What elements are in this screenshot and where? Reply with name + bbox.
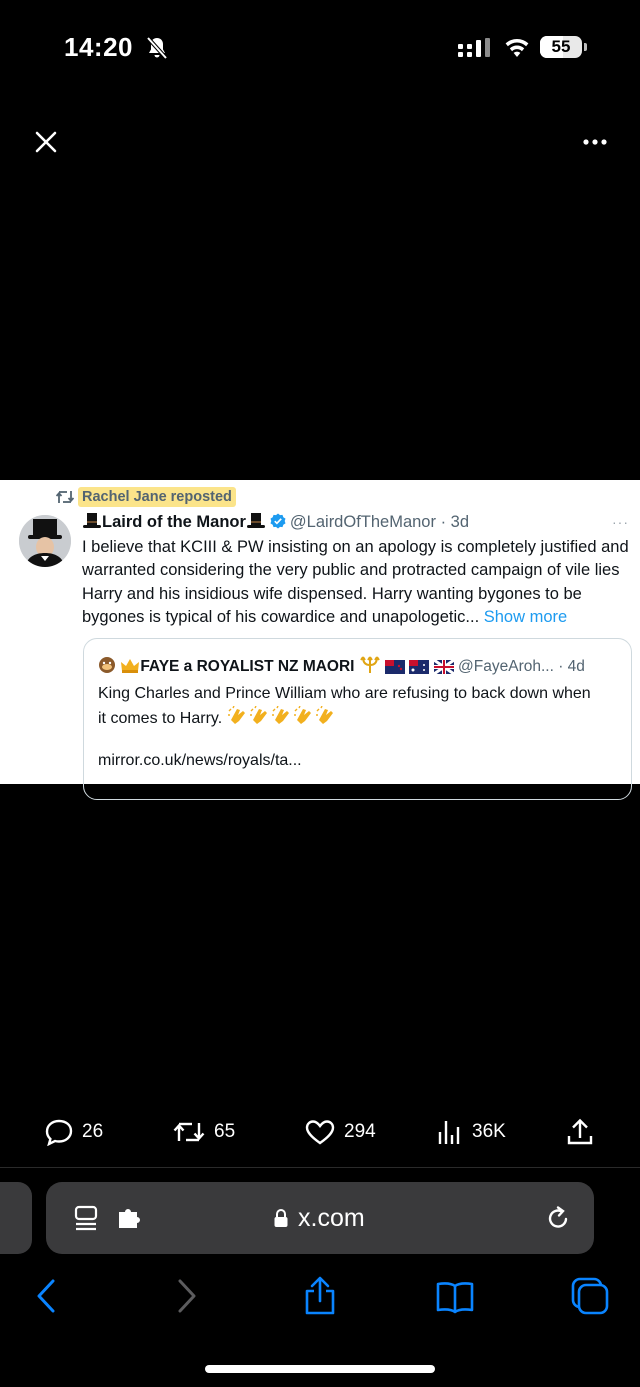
repost-action-icon	[173, 1122, 205, 1142]
clapping-hands-icon	[293, 706, 311, 724]
au-flag-icon	[409, 660, 430, 674]
like-button[interactable]: 294	[304, 1118, 376, 1146]
status-time: 14:20	[64, 32, 133, 62]
share-icon	[567, 1118, 593, 1145]
view-count: 36K	[472, 1121, 506, 1142]
reply-count: 26	[82, 1121, 104, 1142]
crown-emoji-icon	[121, 659, 140, 673]
share-button[interactable]	[566, 1118, 602, 1146]
close-icon[interactable]	[32, 128, 60, 156]
battery-icon: 55	[540, 36, 588, 60]
more-icon[interactable]	[580, 132, 610, 152]
author-line: Laird of the Manor @LairdOfTheManor · 3d	[82, 512, 469, 532]
quoted-tweet-text: King Charles and Prince William who are …	[98, 685, 591, 727]
top-hat-icon	[83, 513, 101, 528]
author-name[interactable]: Laird of the Manor	[102, 513, 246, 531]
share-sheet-icon[interactable]	[300, 1276, 340, 1316]
tweet-more-button[interactable]: ···	[612, 514, 629, 530]
quoted-tweet-body: King Charles and Prince William who are …	[98, 682, 598, 731]
clapping-hands-icon	[271, 706, 289, 724]
forward-icon[interactable]	[166, 1276, 206, 1316]
like-count: 294	[344, 1121, 376, 1142]
face-emoji-icon	[99, 657, 115, 673]
repost-button[interactable]: 65	[172, 1118, 235, 1146]
avatar[interactable]	[19, 515, 71, 567]
views-icon	[438, 1121, 460, 1144]
quoted-author-name[interactable]: FAYE a ROYALIST NZ MAORI	[140, 658, 354, 675]
clapping-hands-icon	[249, 706, 267, 724]
reply-icon	[45, 1119, 73, 1146]
uk-flag-icon	[433, 660, 454, 674]
top-hat-icon	[246, 513, 265, 528]
reply-button[interactable]: 26	[44, 1118, 103, 1146]
bell-slash-icon	[146, 36, 168, 60]
lock-icon	[274, 1209, 288, 1227]
repost-count: 65	[214, 1121, 236, 1142]
quoted-tweet-link[interactable]: mirror.co.uk/news/royals/ta...	[98, 752, 302, 770]
previous-tab-preview[interactable]	[0, 1182, 32, 1254]
clapping-hands-icon	[227, 706, 245, 724]
tweet-body: I believe that KCIII & PW insisting on a…	[82, 536, 634, 629]
battery-percent: 55	[551, 37, 571, 56]
nz-flag-icon	[385, 660, 406, 674]
home-indicator	[205, 1365, 435, 1373]
back-icon[interactable]	[27, 1276, 67, 1316]
heart-icon	[305, 1120, 335, 1145]
clapping-hands-icon	[315, 706, 333, 724]
clapping-hands-emojis	[227, 706, 337, 727]
trident-emoji-icon	[359, 656, 380, 673]
signal-icon	[458, 38, 490, 57]
reader-mode-icon[interactable]	[72, 1204, 100, 1234]
divider	[0, 1167, 640, 1168]
wifi-icon	[505, 38, 529, 57]
repost-icon	[56, 491, 74, 503]
author-handle[interactable]: @LairdOfTheManor · 3d	[290, 513, 469, 531]
bookmarks-icon[interactable]	[435, 1276, 475, 1316]
url-text[interactable]: x.com	[298, 1204, 365, 1233]
views-button[interactable]: 36K	[436, 1118, 506, 1146]
tabs-icon[interactable]	[570, 1276, 610, 1316]
repost-label[interactable]: Rachel Jane reposted	[78, 487, 236, 507]
quoted-tweet-header: FAYE a ROYALIST NZ MAORI @FayeAroh... · …	[98, 654, 585, 676]
show-more-link[interactable]: Show more	[484, 608, 567, 626]
verified-badge-icon	[270, 513, 286, 529]
reload-icon[interactable]	[544, 1204, 572, 1232]
quoted-author-handle[interactable]: @FayeAroh... · 4d	[458, 658, 585, 675]
extension-icon[interactable]	[116, 1206, 144, 1230]
